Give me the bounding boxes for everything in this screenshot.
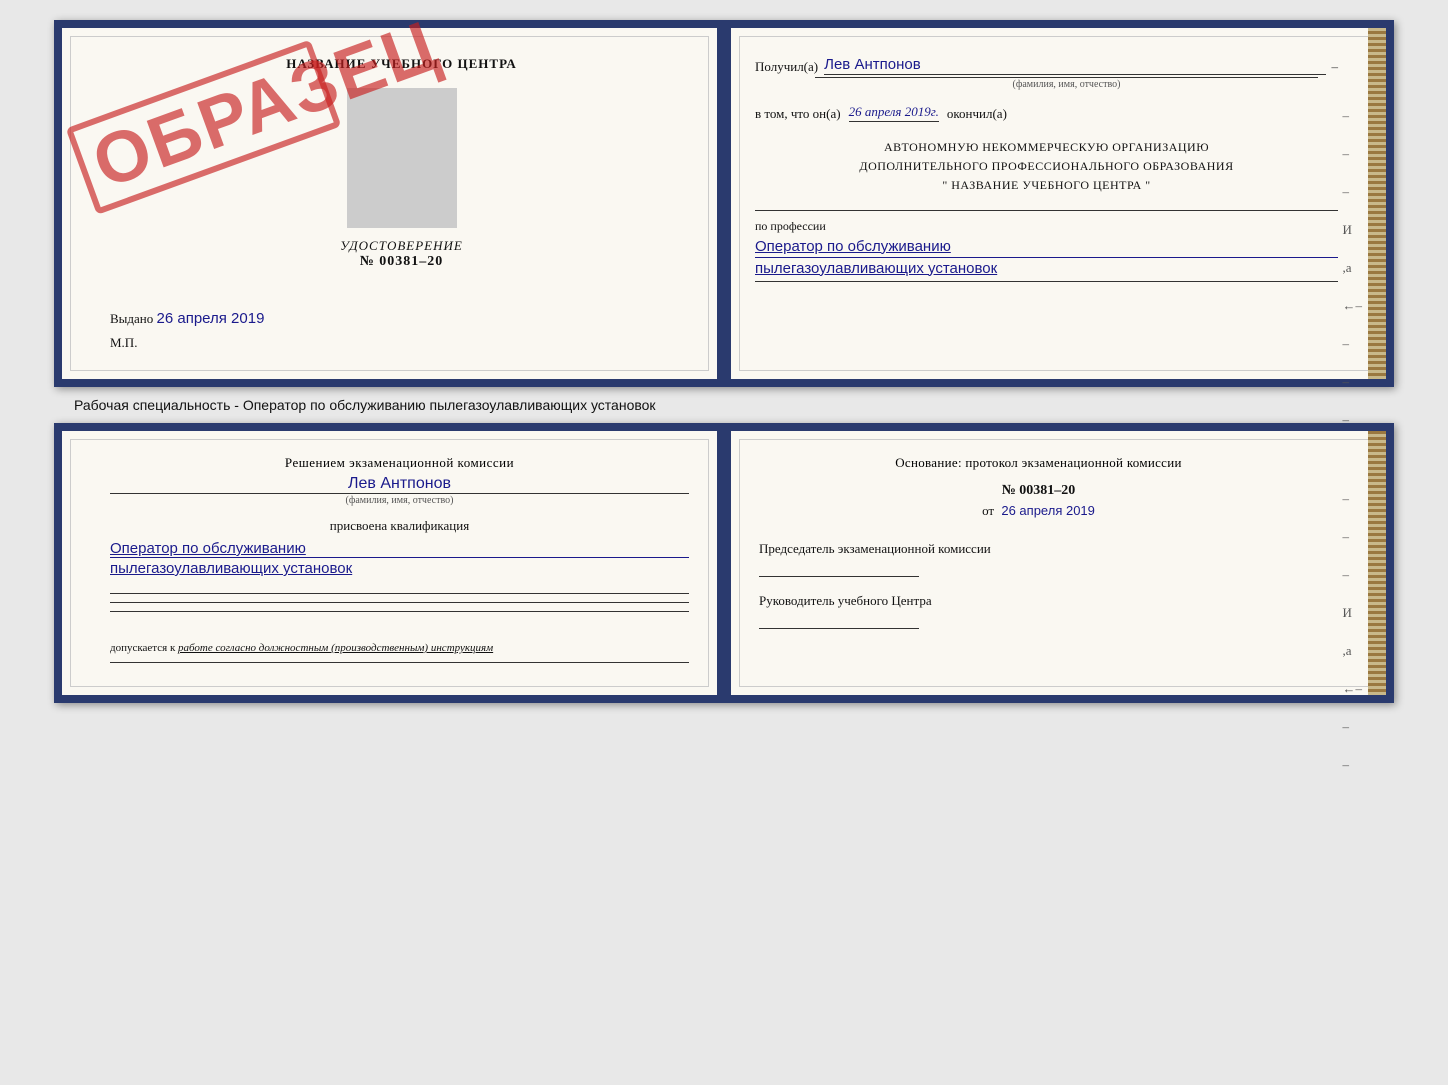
ot-label: от bbox=[982, 503, 994, 518]
ot-date: 26 апреля 2019 bbox=[1001, 503, 1095, 518]
org-line1: АВТОНОМНУЮ НЕКОММЕРЧЕСКУЮ ОРГАНИЗАЦИЮ bbox=[755, 138, 1338, 157]
lower-name: Лев Антпонов bbox=[110, 475, 689, 493]
lower-right-dashes: – – – И ,а ←– – – bbox=[1343, 491, 1363, 773]
right-dashes: – – – И ,а ←– – – – – bbox=[1343, 108, 1363, 466]
vydano-line: Выдано 26 апреля 2019 bbox=[110, 310, 693, 327]
lower-cert-left-page: Решением экзаменационной комиссии Лев Ан… bbox=[62, 431, 719, 695]
org-line2: ДОПОЛНИТЕЛЬНОГО ПРОФЕССИОНАЛЬНОГО ОБРАЗО… bbox=[755, 157, 1338, 176]
lower-right-strip bbox=[1368, 431, 1386, 695]
osnovanie-title: Основание: протокол экзаменационной коми… bbox=[759, 455, 1318, 471]
qual-line2: пылегазоулавливающих установок bbox=[110, 560, 689, 577]
org-block: АВТОНОМНУЮ НЕКОММЕРЧЕСКУЮ ОРГАНИЗАЦИЮ ДО… bbox=[755, 138, 1338, 196]
mp-label: М.П. bbox=[110, 335, 693, 351]
qual-line1: Оператор по обслуживанию bbox=[110, 540, 689, 558]
cert-spine bbox=[719, 28, 731, 379]
upper-cert-title: НАЗВАНИЕ УЧЕБНОГО ЦЕНТРА bbox=[110, 56, 693, 72]
rukovoditel-sig-line bbox=[759, 628, 919, 629]
signature-block: Председатель экзаменационной комиссии Ру… bbox=[759, 539, 1318, 629]
predsedatel-sig-line bbox=[759, 576, 919, 577]
vtom-label: в том, что он(а) bbox=[755, 106, 841, 122]
resheniyem-title: Решением экзаменационной комиссии bbox=[110, 455, 689, 471]
proto-number: № 00381–20 bbox=[759, 483, 1318, 499]
lower-cert-right-page: Основание: протокол экзаменационной коми… bbox=[731, 431, 1386, 695]
dopuskaetsya-line: допускается к работе согласно должностны… bbox=[110, 642, 689, 654]
prisvoena-label: присвоена квалификация bbox=[110, 518, 689, 534]
lower-certificate-book: Решением экзаменационной комиссии Лев Ан… bbox=[54, 423, 1394, 703]
proto-date: от 26 апреля 2019 bbox=[759, 503, 1318, 519]
fio-subtitle: (фамилия, имя, отчество) bbox=[815, 77, 1318, 90]
org-line3: " НАЗВАНИЕ УЧЕБНОГО ЦЕНТРА " bbox=[755, 176, 1338, 195]
dopuskaetsya-label: допускается к bbox=[110, 642, 175, 654]
upper-cert-left-page: НАЗВАНИЕ УЧЕБНОГО ЦЕНТРА ОБРАЗЕЦ УДОСТОВ… bbox=[62, 28, 719, 379]
udostoverenie-number: № 00381–20 bbox=[110, 254, 693, 270]
dash: – bbox=[1332, 59, 1339, 75]
vydano-date: 26 апреля 2019 bbox=[157, 310, 265, 327]
poluchil-line: Получил(а) Лев Антпонов – bbox=[755, 56, 1338, 75]
udostoverenie-label: УДОСТОВЕРЕНИЕ bbox=[110, 238, 693, 254]
right-decorative-strip bbox=[1368, 28, 1386, 379]
predsedatel-label: Председатель экзаменационной комиссии bbox=[759, 539, 1318, 560]
obrazets-stamp: ОБРАЗЕЦ bbox=[66, 40, 379, 317]
lower-spine bbox=[719, 431, 731, 695]
rukovoditel-label: Руководитель учебного Центра bbox=[759, 591, 1318, 612]
lower-fio-sub: (фамилия, имя, отчество) bbox=[110, 493, 689, 506]
po-professii-label: по профессии bbox=[755, 219, 1338, 234]
okonchil-label: окончил(а) bbox=[947, 106, 1007, 122]
vtom-line: в том, что он(а) 26 апреля 2019г. окончи… bbox=[755, 104, 1338, 122]
dopuskaetsya-value: работе согласно должностным (производств… bbox=[178, 642, 493, 654]
profession-line2: пылегазоулавливающих установок bbox=[755, 260, 1338, 277]
udostoverenie-block: УДОСТОВЕРЕНИЕ № 00381–20 bbox=[110, 238, 693, 270]
upper-cert-right-page: Получил(а) Лев Антпонов – (фамилия, имя,… bbox=[731, 28, 1386, 379]
cert-subtitle: Рабочая специальность - Оператор по обсл… bbox=[74, 397, 656, 413]
poluchil-label: Получил(а) bbox=[755, 59, 818, 75]
poluchil-name: Лев Антпонов bbox=[824, 56, 1325, 75]
vydano-label: Выдано bbox=[110, 311, 153, 326]
photo-placeholder bbox=[347, 88, 457, 228]
upper-certificate-book: НАЗВАНИЕ УЧЕБНОГО ЦЕНТРА ОБРАЗЕЦ УДОСТОВ… bbox=[54, 20, 1394, 387]
profession-line1: Оператор по обслуживанию bbox=[755, 238, 1338, 258]
vtom-date: 26 апреля 2019г. bbox=[849, 104, 939, 122]
